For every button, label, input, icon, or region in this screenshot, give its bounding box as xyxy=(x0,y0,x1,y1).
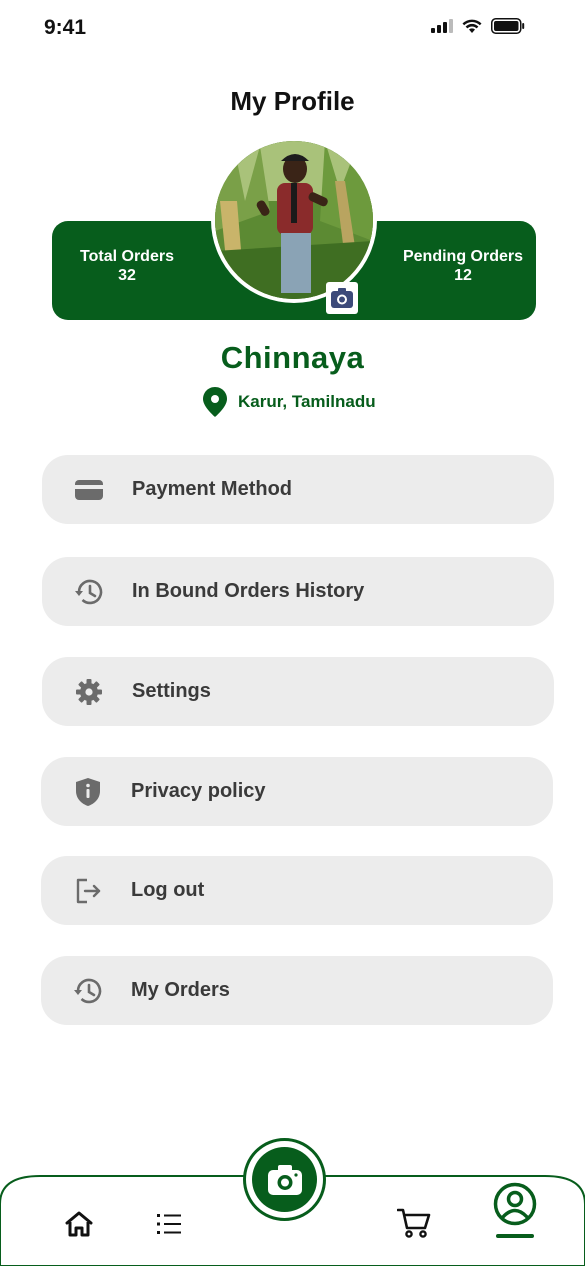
user-location: Karur, Tamilnadu xyxy=(202,386,376,418)
status-bar: 9:41 xyxy=(0,0,585,56)
avatar-photo xyxy=(215,141,373,299)
menu-label: Privacy policy xyxy=(131,780,266,802)
history-icon xyxy=(74,577,104,607)
wifi-icon xyxy=(462,19,482,33)
location-pin-icon xyxy=(203,387,227,417)
total-orders-value: 32 xyxy=(118,267,136,284)
cart-icon xyxy=(397,1208,431,1238)
page-title: My Profile xyxy=(230,86,355,116)
menu-label: Settings xyxy=(132,680,211,702)
menu-item-payment-method[interactable]: Payment Method xyxy=(42,455,554,524)
camera-icon xyxy=(267,1164,302,1195)
menu-item-my-orders[interactable]: My Orders xyxy=(41,956,553,1025)
total-orders-stat[interactable]: Total Orders 32 xyxy=(52,247,202,285)
nav-cart-button[interactable] xyxy=(394,1204,434,1242)
battery-icon xyxy=(491,18,525,34)
camera-scan-inner xyxy=(252,1147,317,1212)
avatar[interactable] xyxy=(211,137,377,303)
menu-item-privacy-policy[interactable]: Privacy policy xyxy=(41,757,553,826)
status-icons xyxy=(431,18,525,34)
shield-info-icon xyxy=(73,777,103,807)
menu-label: Log out xyxy=(131,879,205,901)
nav-list-button[interactable] xyxy=(150,1206,188,1242)
nav-profile-button[interactable] xyxy=(491,1180,539,1228)
camera-scan-button[interactable] xyxy=(243,1138,326,1221)
menu-label: In Bound Orders History xyxy=(132,580,365,602)
active-tab-indicator xyxy=(496,1234,534,1238)
logout-icon xyxy=(73,876,103,906)
total-orders-label: Total Orders xyxy=(80,248,174,265)
pending-orders-value: 12 xyxy=(454,267,472,284)
profile-icon xyxy=(493,1182,537,1226)
pending-orders-label: Pending Orders xyxy=(402,248,524,265)
signal-icon xyxy=(431,19,453,33)
change-photo-button[interactable] xyxy=(326,282,358,314)
pending-orders-stat[interactable]: Pending Orders 12 xyxy=(388,247,538,285)
user-name: Chinnaya xyxy=(220,340,365,375)
location-text: Karur, Tamilnadu xyxy=(238,392,376,411)
home-icon xyxy=(65,1211,93,1237)
status-time: 9:41 xyxy=(44,16,87,39)
menu-item-settings[interactable]: Settings xyxy=(42,657,554,726)
credit-card-icon xyxy=(74,475,104,505)
menu-label: Payment Method xyxy=(132,478,293,500)
gear-icon xyxy=(74,677,104,707)
nav-home-button[interactable] xyxy=(60,1206,98,1242)
list-icon xyxy=(157,1214,181,1234)
menu-label: My Orders xyxy=(131,979,230,1001)
menu-item-inbound-orders-history[interactable]: In Bound Orders History xyxy=(42,557,554,626)
menu-item-log-out[interactable]: Log out xyxy=(41,856,553,925)
camera-icon xyxy=(331,288,353,308)
history-icon xyxy=(73,976,103,1006)
